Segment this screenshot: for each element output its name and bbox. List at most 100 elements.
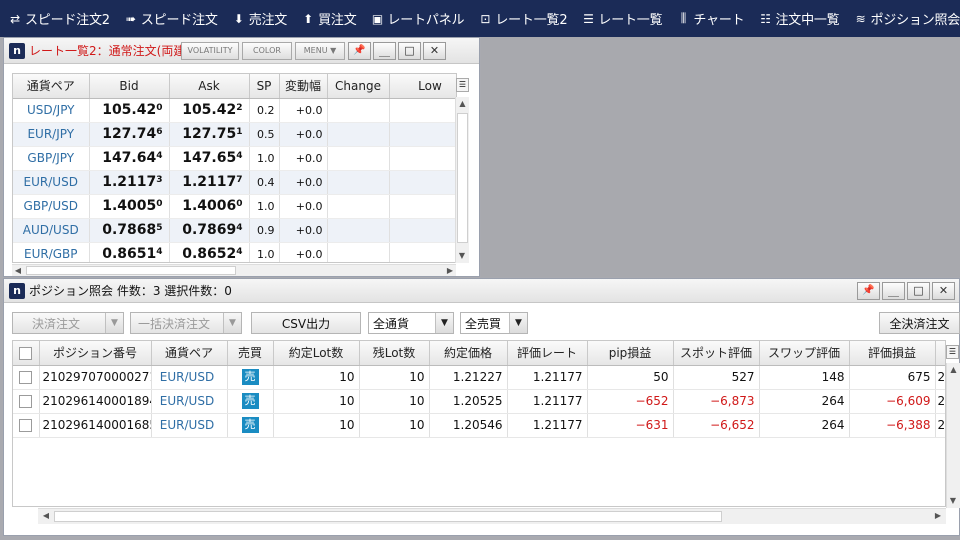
rate-window-titlebar[interactable]: n レート一覧2：通常注文(両建 VOLATILITY COLOR MENU ▼… (4, 38, 479, 64)
scroll-up-arrow-icon[interactable]: ▲ (947, 363, 960, 377)
scroll-down-arrow-icon[interactable]: ▼ (947, 494, 959, 508)
bid-price[interactable]: 1.21173 (89, 170, 170, 195)
maximize-icon[interactable]: □ (907, 281, 930, 300)
position-column-header[interactable]: 評価レート (507, 341, 588, 366)
column-settings-icon[interactable]: ☰ (456, 78, 469, 92)
rate-horizontal-scrollbar[interactable]: ◀ ▶ (12, 264, 456, 276)
position-vertical-scrollbar[interactable]: ▲ ▼ (946, 363, 960, 508)
rate-column-header[interactable]: Low (389, 74, 456, 99)
toolbar-item[interactable]: ▣ レートパネル (363, 0, 471, 37)
bid-price[interactable]: 147.644 (89, 146, 170, 171)
maximize-icon[interactable]: □ (398, 41, 421, 60)
toolbar-item[interactable]: ☰ レート一覧 (573, 0, 668, 37)
swap-valuation: 264 (759, 413, 850, 438)
rate-column-header[interactable]: 変動幅 (279, 74, 328, 99)
position-row[interactable]: 2102961400016859EUR/USD売10101.205461.211… (13, 413, 945, 438)
bid-price[interactable]: 0.78685 (89, 218, 170, 243)
rate-vertical-scrollbar[interactable]: ▲ ▼ (455, 97, 469, 263)
chevron-down-icon[interactable]: ▼ (105, 313, 123, 333)
rate-column-header[interactable]: SP (249, 74, 280, 99)
close-icon[interactable]: ✕ (932, 281, 955, 300)
position-column-header[interactable]: 約定Lot数 (273, 341, 360, 366)
chevron-down-icon[interactable]: ▼ (435, 313, 453, 333)
rate-scroll-thumb[interactable] (457, 113, 468, 243)
bid-price[interactable]: 0.86514 (89, 242, 170, 262)
rate-row[interactable]: EUR/JPY127.746127.7510.5+0.0— (13, 122, 456, 147)
position-column-header[interactable]: ポジション番号 (39, 341, 152, 366)
menu-button[interactable]: MENU ▼ (295, 41, 345, 60)
position-row[interactable]: 2102970700002717EUR/USD売10101.212271.211… (13, 365, 945, 390)
color-button[interactable]: COLOR (242, 41, 292, 60)
toolbar-item[interactable]: ⊡ レート一覧2 (470, 0, 573, 37)
bid-price[interactable]: 1.40050 (89, 194, 170, 219)
rate-column-header[interactable]: Bid (89, 74, 170, 99)
toolbar-item[interactable]: ⇄ スピード注文2 (0, 0, 116, 37)
position-column-header[interactable]: 約定価格 (429, 341, 508, 366)
rate-column-header[interactable]: 通貨ペア (13, 74, 90, 99)
low-cell: — (389, 242, 456, 262)
toolbar-item[interactable]: ⬆ 買注文 (293, 0, 362, 37)
rate-row[interactable]: GBP/USD1.400501.400601.0+0.0— (13, 194, 456, 219)
minimize-icon[interactable]: ＿ (882, 281, 905, 300)
toolbar-item[interactable]: ≋ ポジション照会 (846, 0, 960, 37)
chevron-down-icon[interactable]: ▼ (509, 313, 527, 333)
scroll-right-arrow-icon[interactable]: ▶ (444, 265, 456, 277)
row-checkbox[interactable] (19, 395, 33, 408)
rate-row[interactable]: EUR/USD1.211731.211770.4+0.0— (13, 170, 456, 195)
position-hscroll-thumb[interactable] (54, 511, 722, 522)
toolbar-item[interactable]: ➠ スピード注文 (116, 0, 224, 37)
row-checkbox[interactable] (19, 371, 33, 384)
bulk-settle-button[interactable]: 一括決済注文 ▼ (130, 312, 242, 334)
position-column-header[interactable]: 評価損益 (849, 341, 936, 366)
scroll-left-arrow-icon[interactable]: ◀ (12, 265, 24, 277)
select-all-checkbox[interactable] (19, 346, 33, 360)
rate-row[interactable]: AUD/USD0.786850.786940.9+0.0— (13, 218, 456, 243)
currency-filter-select[interactable]: 全通貨 ▼ (368, 312, 454, 334)
rate-row[interactable]: USD/JPY105.420105.4220.2+0.0— (13, 98, 456, 123)
ask-price[interactable]: 1.40060 (169, 194, 250, 219)
position-column-header[interactable]: 売買 (227, 341, 274, 366)
position-column-header[interactable]: 通貨ペア (151, 341, 228, 366)
ask-price[interactable]: 147.654 (169, 146, 250, 171)
ask-price[interactable]: 0.86524 (169, 242, 250, 262)
position-column-header[interactable]: スポット評価 (673, 341, 760, 366)
position-window-titlebar[interactable]: n ポジション照会 件数：3 選択件数：0 📌 ＿ □ ✕ (4, 279, 959, 303)
pin-icon[interactable]: 📌 (857, 281, 880, 300)
position-column-header[interactable]: スワップ評価 (759, 341, 850, 366)
ask-price[interactable]: 0.78694 (169, 218, 250, 243)
toolbar-item[interactable]: ⬇ 売注文 (224, 0, 293, 37)
position-row[interactable]: 2102961400018948EUR/USD売10101.205251.211… (13, 389, 945, 414)
rate-column-header[interactable]: Change (327, 74, 390, 99)
ask-price[interactable]: 105.422 (169, 98, 250, 123)
bid-price[interactable]: 105.420 (89, 98, 170, 123)
pin-icon[interactable]: 📌 (348, 41, 371, 60)
volatility-button[interactable]: VOLATILITY (181, 41, 239, 60)
ask-price[interactable]: 127.751 (169, 122, 250, 147)
side-filter-select[interactable]: 全売買 ▼ (460, 312, 528, 334)
toolbar-item[interactable]: ☷ 注文中一覧 (750, 0, 845, 37)
ask-pip: 4 (236, 223, 243, 233)
close-icon[interactable]: ✕ (423, 41, 446, 60)
ask-price[interactable]: 1.21177 (169, 170, 250, 195)
csv-export-button[interactable]: CSV出力 (251, 312, 361, 334)
scroll-up-arrow-icon[interactable]: ▲ (456, 97, 469, 111)
column-settings-icon[interactable]: ☰ (946, 345, 959, 359)
rate-column-header[interactable]: Ask (169, 74, 250, 99)
row-checkbox[interactable] (19, 419, 33, 432)
minimize-icon[interactable]: ＿ (373, 41, 396, 60)
rate-row[interactable]: GBP/JPY147.644147.6541.0+0.0— (13, 146, 456, 171)
low-cell: — (389, 218, 456, 243)
position-horizontal-scrollbar[interactable]: ◀ ▶ (38, 508, 946, 524)
settle-order-button[interactable]: 決済注文 ▼ (12, 312, 124, 334)
toolbar-item[interactable]: ⫼ チャート (668, 0, 750, 37)
scroll-down-arrow-icon[interactable]: ▼ (456, 249, 468, 263)
scroll-left-arrow-icon[interactable]: ◀ (40, 511, 52, 520)
bid-price[interactable]: 127.746 (89, 122, 170, 147)
chevron-down-icon[interactable]: ▼ (223, 313, 241, 333)
rate-hscroll-thumb[interactable] (26, 266, 236, 275)
scroll-right-arrow-icon[interactable]: ▶ (932, 511, 944, 520)
rate-row[interactable]: EUR/GBP0.865140.865241.0+0.0— (13, 242, 456, 262)
position-column-header[interactable]: pip損益 (587, 341, 674, 366)
position-column-header[interactable]: 残Lot数 (359, 341, 430, 366)
settle-all-button[interactable]: 全決済注文 (879, 312, 960, 334)
